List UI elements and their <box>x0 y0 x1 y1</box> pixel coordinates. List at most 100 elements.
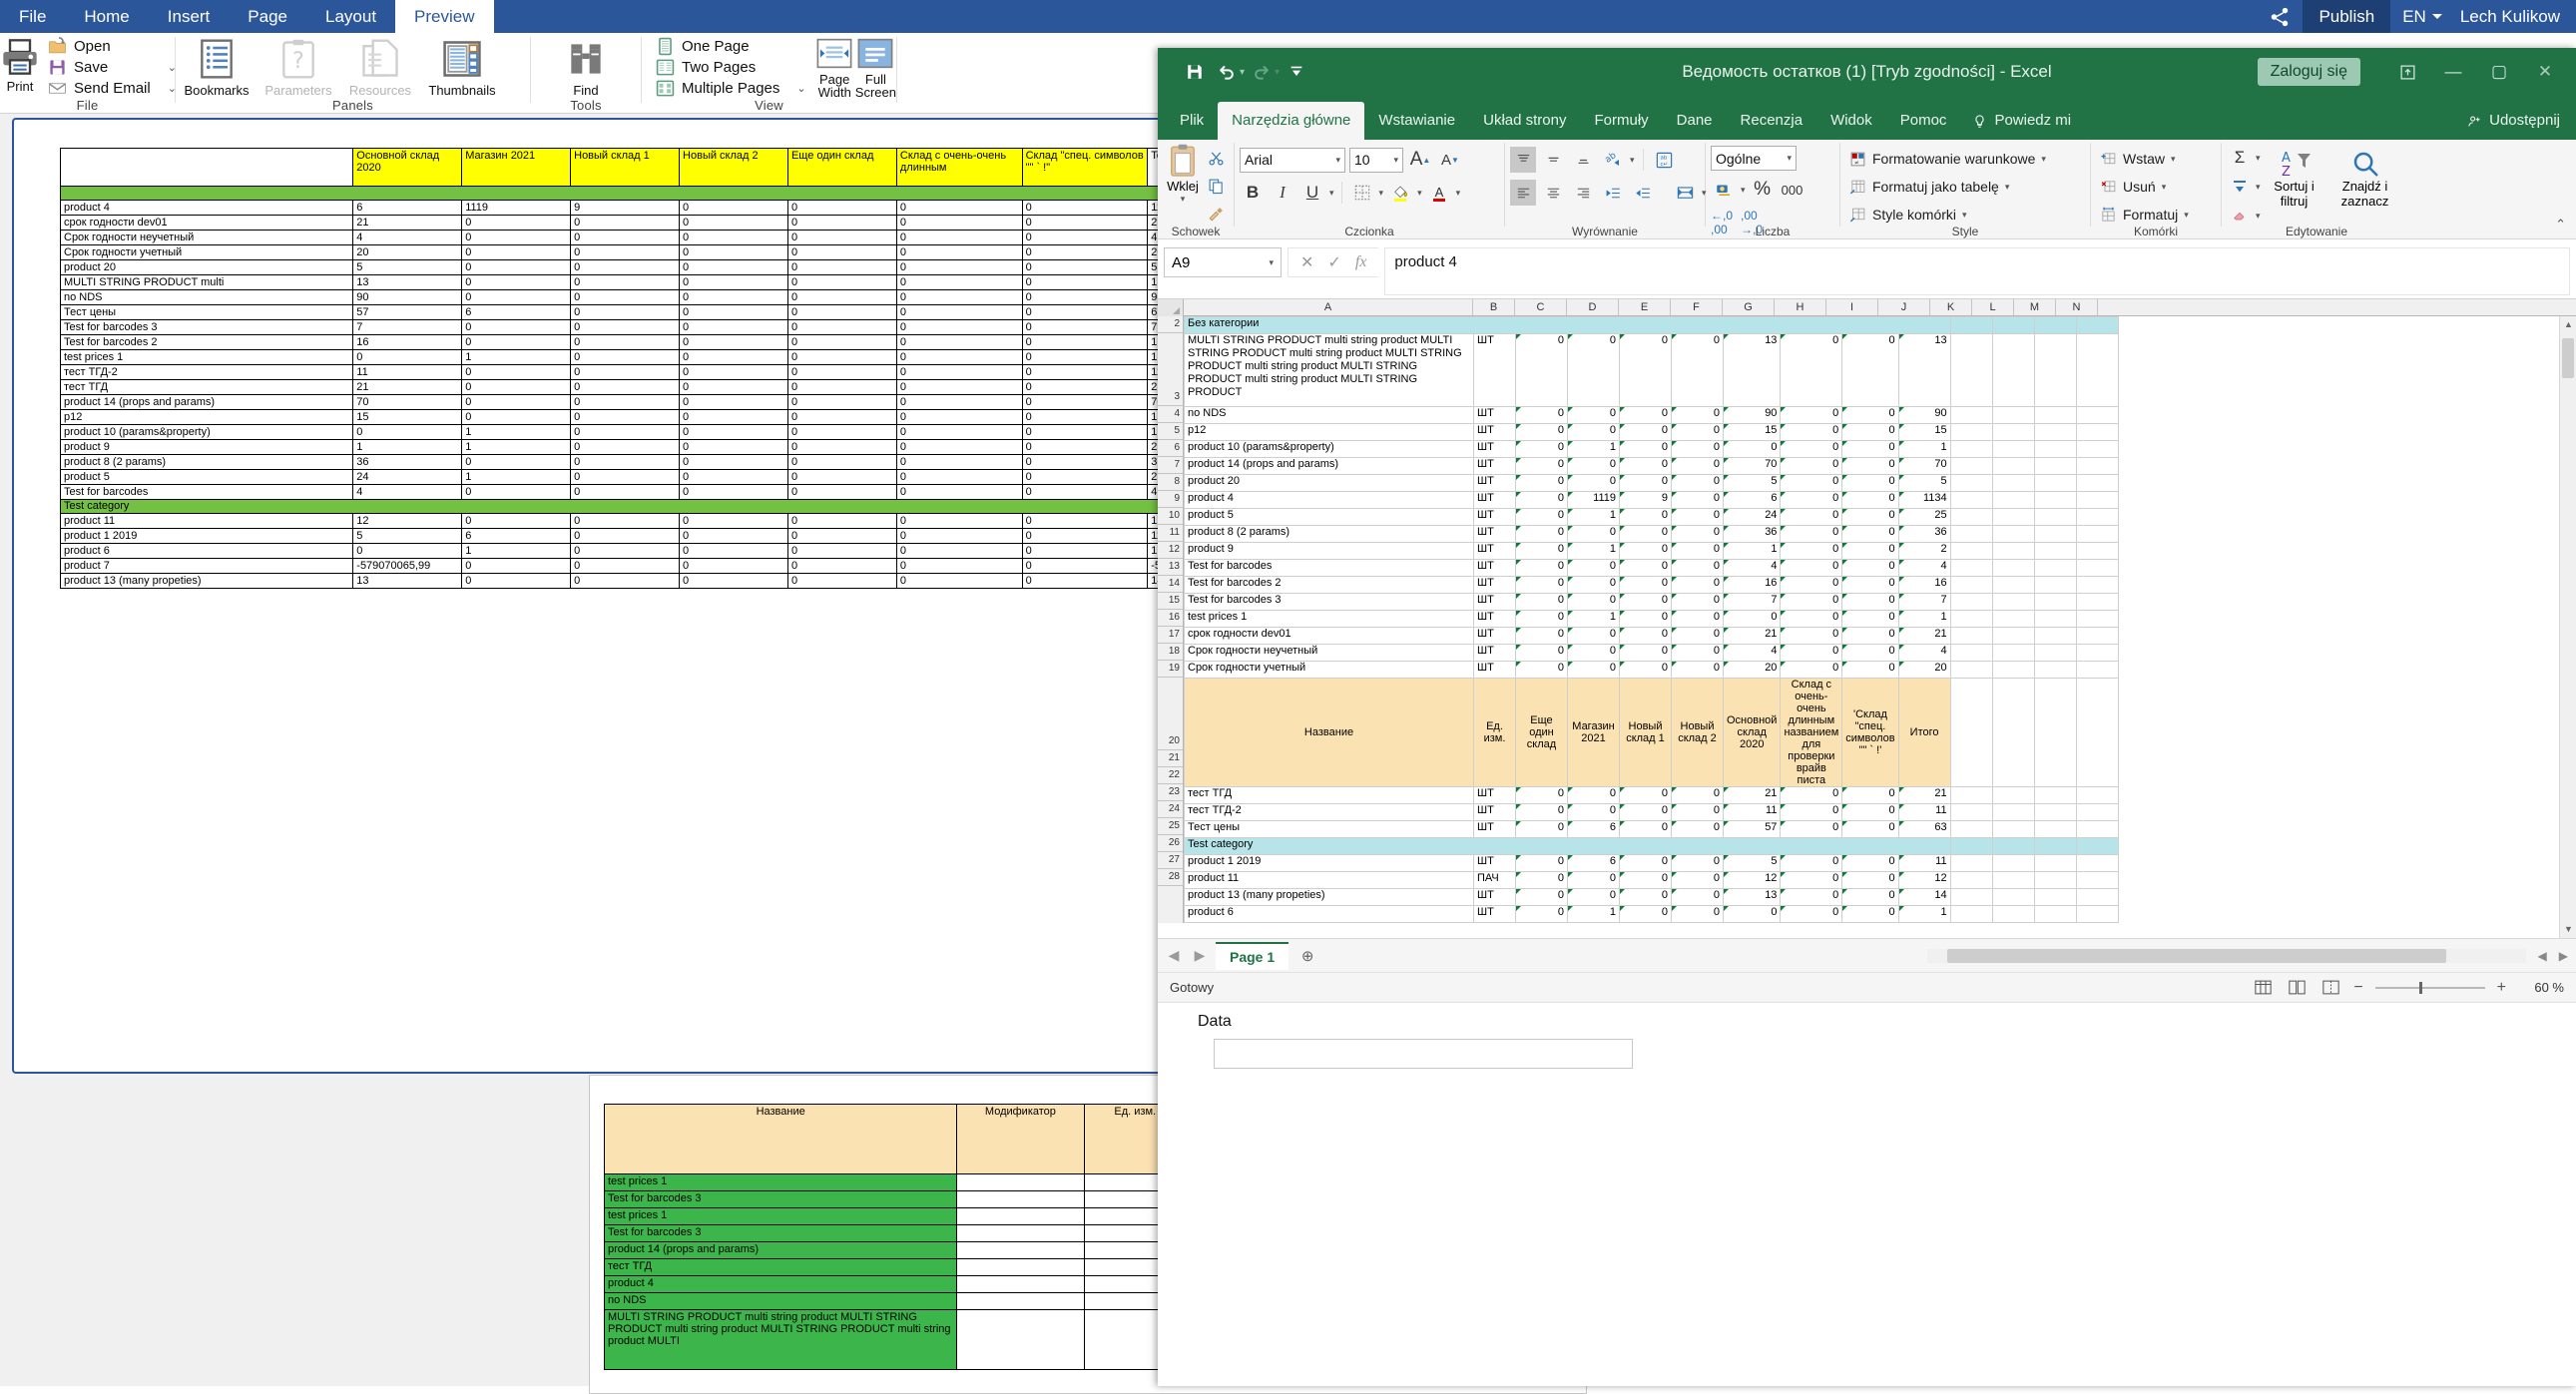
scroll-up-icon[interactable]: ▲ <box>2560 316 2576 333</box>
sheet-cell[interactable]: 1 <box>1567 542 1620 560</box>
sheet-cell[interactable]: product 9 <box>1184 542 1474 560</box>
sheet-cell[interactable] <box>1949 905 1993 923</box>
sheet-cell[interactable]: 1 <box>1897 905 1951 923</box>
sheet-cell[interactable] <box>2075 837 2119 855</box>
zoom-slider[interactable] <box>2374 981 2485 994</box>
column-header-J[interactable]: J <box>1878 299 1930 315</box>
sheet-cell[interactable] <box>2075 423 2119 441</box>
sheet-cell[interactable]: ШТ <box>1473 542 1516 560</box>
sheet-cell[interactable]: 0 <box>1671 457 1724 475</box>
sheet-cell[interactable]: ШТ <box>1473 440 1516 458</box>
sheet-cell[interactable] <box>2033 678 2077 787</box>
paste-label[interactable]: Wklej <box>1167 179 1199 194</box>
sheet-cell[interactable]: 14 <box>1897 888 1951 906</box>
sheet-cell[interactable] <box>2075 406 2119 424</box>
sheet-cell[interactable]: 0 <box>1671 803 1724 821</box>
column-header-A[interactable]: A <box>1184 299 1473 315</box>
sheet-cell[interactable] <box>2033 593 2077 611</box>
sheet-cell[interactable] <box>2075 610 2119 628</box>
sheet-cell[interactable]: 70 <box>1722 457 1782 475</box>
sheet-cell[interactable]: 0 <box>1841 820 1899 838</box>
sheet-cell-header[interactable]: Новый склад 2 <box>1671 678 1724 787</box>
sheet-row-19[interactable]: Срок годности учетный ШТ 0 0 0 0 20 0 0 20 <box>1184 661 2119 679</box>
row-header-8[interactable]: 8 <box>1158 474 1183 491</box>
sheet-cell[interactable]: 0 <box>1841 610 1899 628</box>
sheet-cell[interactable]: 0 <box>1567 525 1620 543</box>
sheet-cell[interactable] <box>1991 786 2035 804</box>
sheet-cell[interactable]: 0 <box>1780 888 1843 906</box>
sheet-cell[interactable]: product 6 <box>1184 905 1474 923</box>
borders-icon[interactable] <box>1349 180 1375 206</box>
increase-font-size-icon[interactable]: A ▲ <box>1407 147 1433 173</box>
comma-style-button[interactable]: 000 <box>1780 177 1805 203</box>
sheet-cell[interactable]: Тест цены <box>1184 820 1474 838</box>
sheet-cell[interactable]: no NDS <box>1184 406 1474 424</box>
tab-layout[interactable]: Layout <box>306 0 395 33</box>
row-header-23[interactable]: 23 <box>1158 784 1183 801</box>
sheet-cell[interactable]: 0 <box>1841 803 1899 821</box>
sheet-cell[interactable]: 5 <box>1722 474 1782 492</box>
sheet-cell[interactable] <box>2075 508 2119 526</box>
sheet-cell[interactable] <box>1991 905 2035 923</box>
sheet-cell[interactable]: 0 <box>1567 786 1620 804</box>
sheet-cell[interactable]: 0 <box>1722 610 1782 628</box>
sheet-cell[interactable]: 0 <box>1671 627 1724 645</box>
sheet-cell[interactable] <box>1991 661 2035 679</box>
tab-home[interactable]: Home <box>65 0 148 33</box>
page-layout-view-icon[interactable] <box>2286 978 2308 998</box>
sheet-cell[interactable]: 0 <box>1515 542 1568 560</box>
sheet-cell[interactable]: 0 <box>1671 871 1724 889</box>
cut-scissors-icon[interactable] <box>1203 145 1229 171</box>
sheet-cell[interactable]: 4 <box>1897 559 1951 577</box>
sheet-cell[interactable] <box>1949 333 1993 407</box>
row-header-6[interactable]: 6 <box>1158 440 1183 457</box>
tab-wstawianie[interactable]: Wstawianie <box>1364 102 1469 140</box>
column-header-D[interactable]: D <box>1567 299 1619 315</box>
column-header-I[interactable]: I <box>1826 299 1878 315</box>
sheet-cell[interactable]: 0 <box>1841 871 1899 889</box>
column-header-C[interactable]: C <box>1515 299 1567 315</box>
sheet-row-18[interactable]: Срок годности неучетный ШТ 0 0 0 0 4 0 0 4 <box>1184 644 2119 662</box>
sheet-cell[interactable]: 0 <box>1567 593 1620 611</box>
column-header-N[interactable]: N <box>2056 299 2098 315</box>
row-header-24[interactable]: 24 <box>1158 801 1183 818</box>
column-header-F[interactable]: F <box>1671 299 1723 315</box>
vertical-scrollbar[interactable]: ▲ ▼ <box>2559 316 2576 938</box>
sheet-cell[interactable] <box>2033 559 2077 577</box>
sheet-cell[interactable] <box>2075 661 2119 679</box>
row-header-3[interactable]: 3 <box>1158 333 1183 406</box>
sheet-cell[interactable]: 0 <box>1567 888 1620 906</box>
column-header-G[interactable]: G <box>1723 299 1775 315</box>
sheet-cell[interactable] <box>2033 905 2077 923</box>
page-width-button[interactable]: Page Width <box>814 33 855 99</box>
sheet-cell[interactable]: ШТ <box>1473 474 1516 492</box>
sheet-cell[interactable]: 13 <box>1722 333 1782 407</box>
minimize-icon[interactable]: — <box>2430 55 2476 89</box>
sheet-table[interactable]: Без категории MULTI STRING PRODUCT multi … <box>1184 316 2119 923</box>
sheet-row-16[interactable]: test prices 1 ШТ 0 1 0 0 0 0 0 1 <box>1184 610 2119 628</box>
tab-plik[interactable]: Plik <box>1166 102 1218 140</box>
sheet-cell[interactable] <box>1991 440 2035 458</box>
publish-button[interactable]: Publish <box>2303 0 2391 33</box>
sheet-cell[interactable]: 1 <box>1567 905 1620 923</box>
sheet-cell[interactable]: product 4 <box>1184 491 1474 509</box>
column-header-H[interactable]: H <box>1775 299 1826 315</box>
sheet-cell[interactable] <box>1949 576 1993 594</box>
sheet-cell[interactable]: 0 <box>1515 627 1568 645</box>
sheet-cell[interactable]: 4 <box>1722 644 1782 662</box>
sheet-cell[interactable]: 0 <box>1619 610 1672 628</box>
sheet-cell[interactable] <box>1949 854 1993 872</box>
sheet-cell[interactable] <box>2033 525 2077 543</box>
sheet-cell[interactable]: 0 <box>1567 661 1620 679</box>
sheet-cell[interactable]: 0 <box>1515 854 1568 872</box>
save-icon[interactable] <box>1180 57 1210 87</box>
align-left-icon[interactable] <box>1510 180 1536 206</box>
undo-dropdown-icon[interactable]: ▾ <box>1240 67 1245 78</box>
sheet-cell[interactable]: 0 <box>1780 644 1843 662</box>
sheet-cell[interactable] <box>1949 474 1993 492</box>
formula-input[interactable]: product 4 <box>1384 247 2570 295</box>
chevron-down-icon[interactable]: ▾ <box>1379 188 1384 199</box>
sheet-cell[interactable] <box>2075 440 2119 458</box>
sheet-cell[interactable]: 0 <box>1619 440 1672 458</box>
sheet-cell[interactable]: 0 <box>1619 576 1672 594</box>
